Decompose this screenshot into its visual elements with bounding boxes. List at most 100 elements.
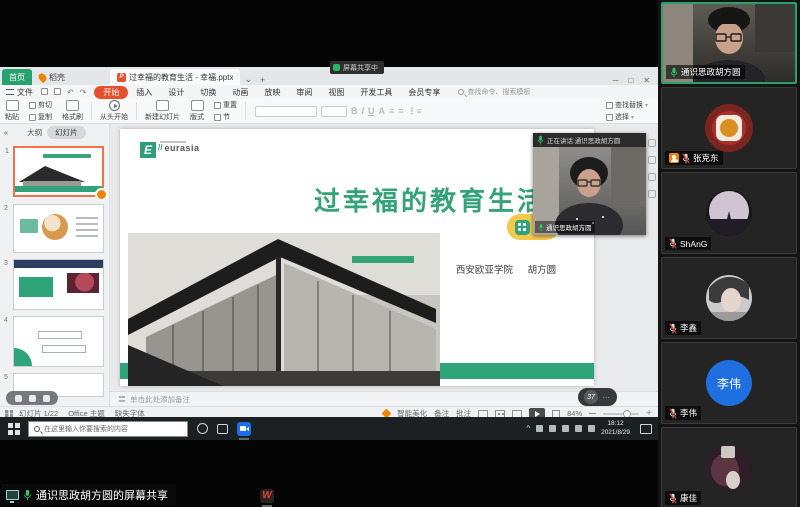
close-button[interactable]: ✕: [643, 76, 650, 85]
redo-icon[interactable]: ↷: [80, 88, 87, 97]
tab-list-caret-icon[interactable]: ⌄: [240, 74, 256, 85]
find-replace-button[interactable]: 查找替换 ▾: [606, 100, 648, 110]
slide-thumbnail-4[interactable]: 4: [13, 316, 104, 367]
new-slide-button[interactable]: 新建幻灯片: [140, 100, 185, 122]
input-method-icon[interactable]: [588, 425, 595, 432]
minimize-button[interactable]: ─: [613, 76, 619, 85]
share-banner-text: 通识思政胡方圆的屏幕共享: [36, 487, 168, 503]
participant-tile-huhangyuan[interactable]: 通识思政胡方圆: [661, 2, 797, 84]
bluetooth-icon[interactable]: [549, 425, 556, 432]
underline-button[interactable]: U: [368, 106, 375, 116]
action-center-icon[interactable]: [640, 424, 652, 434]
font-color-button[interactable]: A: [379, 106, 386, 116]
menu-tab-member[interactable]: 会员专享: [400, 87, 448, 98]
rail-icon[interactable]: [648, 190, 656, 198]
font-group-disabled: B I U A ≡ ≡ ⋮≡: [249, 106, 428, 117]
participant-tile-kangjia[interactable]: 康佳: [661, 427, 797, 507]
print-icon[interactable]: [54, 88, 61, 95]
zoom-out-button[interactable]: [589, 413, 596, 415]
slide-canvas[interactable]: E // eurasia 过幸福的教育生活: [120, 129, 594, 386]
slide-thumbnail-3[interactable]: 3: [13, 259, 104, 310]
network-icon[interactable]: [575, 425, 582, 432]
mic-muted-icon: [669, 323, 677, 334]
tab-slides[interactable]: 幻灯片: [47, 126, 86, 139]
list-button[interactable]: ⋮≡: [408, 106, 422, 117]
taskbar-clock[interactable]: 18:12 2021/8/29: [601, 420, 630, 436]
copy-button[interactable]: 复制: [29, 112, 52, 122]
menu-tab-review[interactable]: 审阅: [288, 87, 320, 98]
share-status-pill[interactable]: 屏幕共享中: [330, 61, 384, 74]
logo-tagline-art: [160, 141, 186, 143]
layout-button[interactable]: 版式: [185, 100, 209, 122]
menu-tab-view[interactable]: 视图: [320, 87, 352, 98]
tool-icon[interactable]: [43, 395, 50, 402]
wps-home-tab[interactable]: 首页: [2, 69, 32, 85]
menu-tab-slideshow[interactable]: 放映: [256, 87, 288, 98]
wps-docer-tab[interactable]: 稻壳: [32, 69, 72, 85]
participant-tile-shang[interactable]: ShAnG: [661, 172, 797, 254]
rail-icon[interactable]: [648, 173, 656, 181]
maximize-button[interactable]: □: [628, 76, 633, 85]
participant-tile-liwei[interactable]: 李伟 李伟: [661, 342, 797, 424]
rail-icon[interactable]: [648, 156, 656, 164]
menu-tab-transition[interactable]: 切换: [192, 87, 224, 98]
thumb4-item1-art: [38, 331, 82, 339]
format-painter-button[interactable]: 格式刷: [57, 100, 88, 122]
tool-icon[interactable]: [15, 395, 22, 402]
play-from-start-button[interactable]: 从头开始: [95, 100, 133, 122]
mic-muted-icon: [669, 493, 677, 504]
file-menu-button[interactable]: 文件: [0, 87, 41, 98]
format-painter-label: 格式刷: [62, 112, 83, 122]
participant-tile-lixin[interactable]: 李鑫: [661, 257, 797, 339]
monitor-icon: [6, 490, 19, 500]
task-view-button[interactable]: [217, 424, 228, 434]
bold-button[interactable]: B: [351, 106, 358, 116]
reset-button[interactable]: 重置: [214, 100, 237, 110]
quick-tools-pill[interactable]: [6, 391, 58, 405]
align-center-button[interactable]: ≡: [398, 106, 403, 116]
speaker-webcam-overlay[interactable]: 正在讲话:通识思政胡方圆: [533, 133, 646, 235]
slide-thumbnail-1[interactable]: 1: [13, 146, 104, 197]
thumb1-roof-art: [19, 166, 85, 182]
undo-icon[interactable]: ↶: [67, 88, 74, 97]
select-button[interactable]: 选择 ▾: [606, 112, 648, 122]
meeting-app-icon[interactable]: [237, 422, 251, 436]
command-search[interactable]: 查找命令、搜索模板: [458, 87, 530, 97]
volume-icon[interactable]: [562, 425, 569, 432]
align-left-button[interactable]: ≡: [389, 106, 394, 116]
notes-bar[interactable]: 单击此处添加备注: [110, 391, 658, 406]
copy-icon: [29, 114, 36, 121]
section-button[interactable]: 节: [214, 112, 237, 122]
tab-outline[interactable]: 大纲: [27, 127, 42, 138]
floating-ball[interactable]: 37 ⋯: [578, 388, 617, 406]
rail-icon[interactable]: [648, 139, 656, 147]
zoom-slider[interactable]: [603, 413, 639, 415]
font-name-select[interactable]: [255, 106, 317, 117]
italic-button[interactable]: I: [362, 106, 365, 116]
tray-expand-icon[interactable]: ^: [526, 424, 530, 433]
participant-tile-zhangkedong[interactable]: 张克东: [661, 87, 797, 169]
beautify-badge[interactable]: [95, 188, 108, 201]
battery-icon[interactable]: [536, 425, 543, 432]
save-icon[interactable]: [41, 88, 48, 95]
menu-tab-insert[interactable]: 插入: [128, 87, 160, 98]
cortana-button[interactable]: [197, 423, 208, 434]
start-button[interactable]: [8, 423, 20, 435]
wps-app-icon[interactable]: W: [260, 489, 274, 503]
font-size-select[interactable]: [321, 106, 347, 117]
new-tab-button[interactable]: +: [256, 75, 269, 85]
cut-button[interactable]: 剪切: [29, 100, 52, 110]
menu-tab-home[interactable]: 开始: [94, 86, 128, 99]
paste-button[interactable]: 粘贴: [0, 100, 24, 122]
wps-document-tab[interactable]: P 过幸福的教育生活 - 幸福.pptx: [110, 69, 240, 85]
menu-tab-animation[interactable]: 动画: [224, 87, 256, 98]
panel-collapse-button[interactable]: «: [4, 128, 8, 137]
taskbar-search-box[interactable]: 在这里输入你要搜索的内容: [28, 421, 188, 437]
menu-tab-design[interactable]: 设计: [160, 87, 192, 98]
tool-icon[interactable]: [29, 395, 36, 402]
notes-icon: [119, 397, 125, 402]
menu-tab-devtools[interactable]: 开发工具: [352, 87, 400, 98]
slide-thumbnail-panel: « 大纲 幻灯片 1 2: [0, 124, 110, 406]
slide-thumbnail-2[interactable]: 2: [13, 204, 104, 253]
thumb-number: 5: [4, 374, 8, 381]
